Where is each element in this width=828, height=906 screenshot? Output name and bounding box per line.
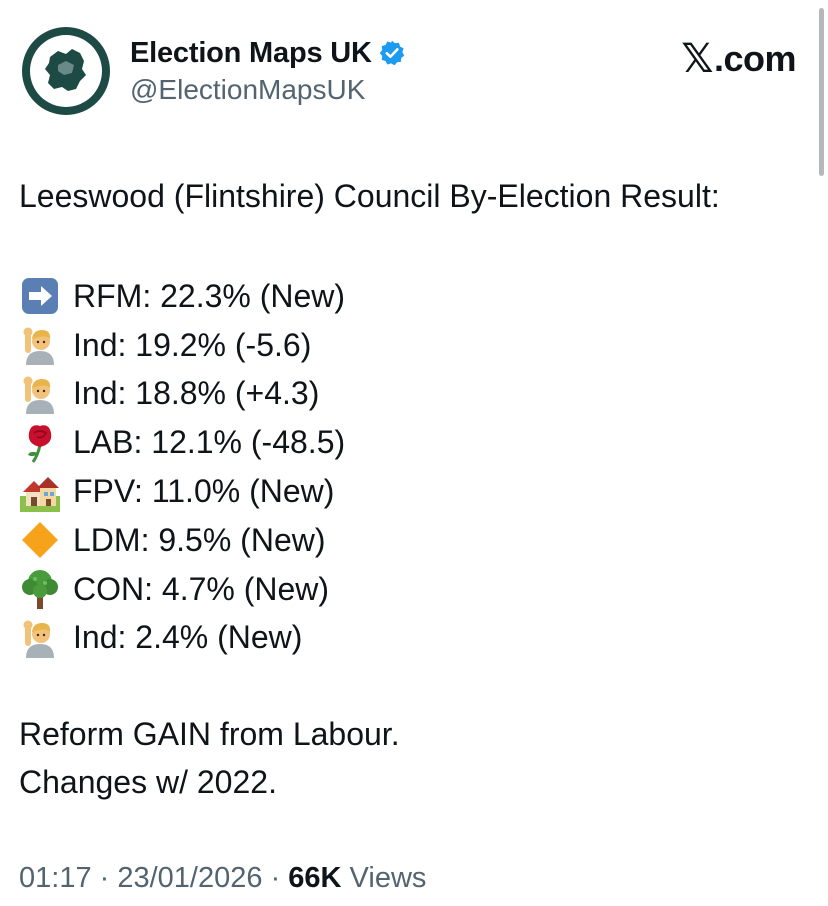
result-text: CON: 4.7% (New)	[73, 570, 330, 607]
result-row: FPV: 11.0% (New)	[19, 467, 345, 516]
rose-icon	[19, 423, 61, 463]
meta-separator: ·	[91, 862, 118, 894]
views-count[interactable]: 66K	[288, 862, 341, 894]
person-raising-hand-icon	[19, 325, 61, 366]
result-row: Ind: 19.2% (-5.6)	[19, 321, 345, 370]
scrollbar[interactable]	[819, 8, 824, 176]
result-text: RFM: 22.3% (New)	[73, 277, 346, 314]
author-name-row[interactable]: Election Maps UK	[130, 34, 406, 72]
arrow-right-icon	[19, 276, 61, 316]
author-handle[interactable]: @ElectionMapsUK	[130, 74, 365, 106]
orange-diamond-icon	[19, 520, 61, 560]
tweet-date[interactable]: 23/01/2026	[117, 862, 262, 894]
person-raising-hand-icon	[19, 374, 61, 414]
result-text: Ind: 2.4% (New)	[73, 619, 303, 656]
verified-badge-icon	[378, 39, 406, 67]
results-list: RFM: 22.3% (New) Ind: 19.2% (-5.6) Ind: …	[19, 272, 345, 662]
result-text: FPV: 11.0% (New)	[73, 473, 335, 510]
tweet-headline: Leeswood (Flintshire) Council By-Electio…	[19, 178, 720, 214]
x-logo-icon: 𝕏	[681, 36, 713, 82]
tree-icon	[19, 569, 61, 610]
result-row: LAB: 12.1% (-48.5)	[19, 418, 345, 467]
person-raising-hand-icon	[19, 618, 61, 658]
avatar[interactable]	[22, 27, 110, 115]
result-text: LDM: 9.5% (New)	[73, 521, 326, 558]
views-label: Views	[341, 862, 427, 894]
result-row: LDM: 9.5% (New)	[19, 516, 345, 565]
tweet-card: Election Maps UK @ElectionMapsUK 𝕏 .com …	[0, 0, 828, 906]
result-text: LAB: 12.1% (-48.5)	[73, 424, 346, 461]
tweet-meta: 01:17 · 23/01/2026 · 66K Views	[19, 862, 426, 895]
result-row: Ind: 2.4% (New)	[19, 614, 345, 663]
tweet-footer-changes: Changes w/ 2022.	[19, 764, 277, 800]
tweet-time[interactable]: 01:17	[19, 862, 92, 894]
avatar-map-icon	[30, 35, 102, 107]
result-text: Ind: 18.8% (+4.3)	[73, 375, 320, 412]
tweet-footer-gain: Reform GAIN from Labour.	[19, 716, 400, 752]
result-row: Ind: 18.8% (+4.3)	[19, 370, 345, 419]
meta-separator: ·	[262, 862, 289, 894]
x-brand-logo: 𝕏 .com	[681, 36, 796, 82]
brand-suffix: .com	[713, 38, 797, 79]
result-row: RFM: 22.3% (New)	[19, 272, 345, 321]
result-text: Ind: 19.2% (-5.6)	[73, 326, 312, 363]
author-name[interactable]: Election Maps UK	[130, 37, 372, 70]
result-row: CON: 4.7% (New)	[19, 565, 345, 614]
houses-icon	[19, 472, 61, 512]
